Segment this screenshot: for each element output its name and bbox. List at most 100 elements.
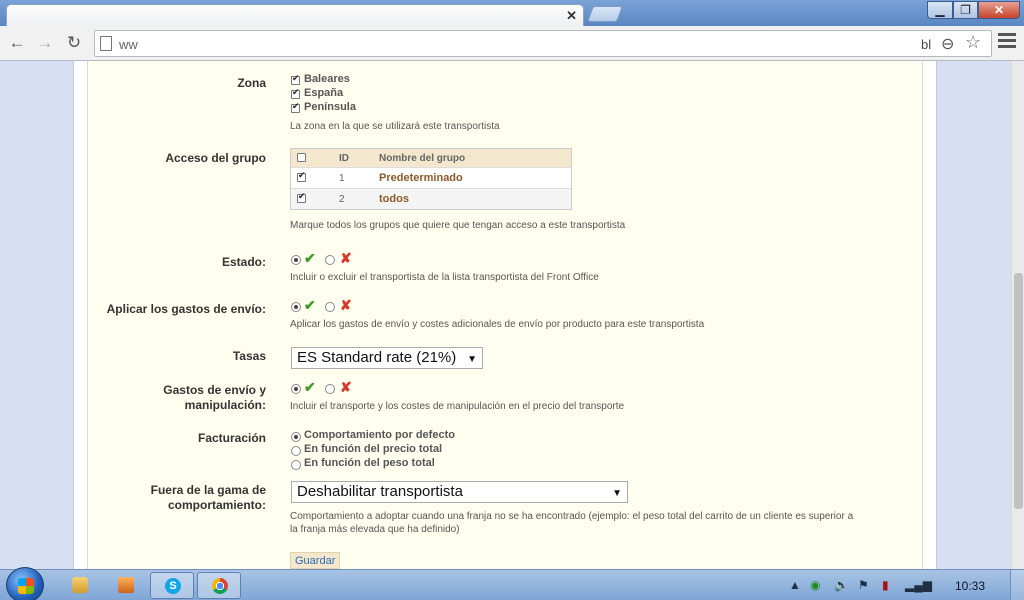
billing-label: Facturación — [197, 431, 266, 445]
show-hidden-icons-icon[interactable]: ▲ — [789, 578, 801, 592]
billing-option-label: En función del peso total — [304, 457, 435, 469]
zone-checkbox-baleares[interactable] — [291, 73, 300, 85]
shipping-yes-radio[interactable] — [291, 302, 301, 312]
group-table: ID Nombre del grupo 1 Predeterminado 2 t… — [290, 148, 572, 210]
vertical-scrollbar[interactable] — [1011, 61, 1024, 569]
page-container: Zona Baleares España Península La zona e… — [73, 61, 937, 569]
status-yes-radio[interactable] — [291, 255, 301, 265]
taxes-select-value: ES Standard rate (21%) — [297, 349, 457, 366]
tab-close-icon[interactable]: ✕ — [566, 8, 577, 24]
security-status-icon[interactable]: ◉ — [810, 578, 820, 592]
system-clock[interactable]: 10:33 — [955, 579, 985, 593]
network-signal-icon[interactable]: ▂▄▆ — [905, 578, 932, 592]
zone-checkbox-espana[interactable] — [291, 87, 300, 99]
status-no-radio[interactable] — [325, 255, 335, 265]
handling-no-radio[interactable] — [325, 384, 335, 394]
taskbar-explorer-button[interactable] — [58, 572, 102, 599]
status-label: Estado: — [221, 255, 266, 269]
skype-icon: S — [165, 578, 181, 594]
out-of-range-label-line1: Fuera de la gama de — [150, 483, 266, 497]
handling-label-line1: Gastos de envío y — [163, 383, 266, 397]
table-row: 2 todos — [291, 188, 571, 209]
folder-icon — [72, 577, 88, 593]
out-of-range-help-line2: la franja más elevada que ha definido) — [290, 524, 460, 535]
billing-price-radio[interactable] — [291, 446, 301, 456]
cross-icon: ✘ — [340, 297, 352, 313]
check-icon: ✔ — [304, 250, 316, 266]
save-button[interactable]: Guardar — [290, 552, 341, 569]
billing-weight-radio[interactable] — [291, 460, 301, 470]
power-icon[interactable]: ▮ — [882, 578, 889, 592]
group-access-help-text: Marque todos los grupos que quiere que t… — [290, 220, 626, 231]
group-checkbox[interactable] — [297, 170, 306, 182]
handling-yes-radio[interactable] — [291, 384, 301, 394]
column-id: ID — [339, 153, 349, 164]
carrier-form-panel: Zona Baleares España Península La zona e… — [87, 61, 923, 569]
scrollbar-thumb[interactable] — [1014, 273, 1023, 509]
out-of-range-label-line2: comportamiento: — [167, 498, 266, 512]
billing-option-label: Comportamiento por defecto — [304, 429, 455, 441]
group-access-label: Acceso del grupo — [165, 151, 266, 165]
forward-arrow-icon[interactable]: → — [34, 32, 56, 54]
group-table-header: ID Nombre del grupo — [291, 149, 571, 167]
browser-tab[interactable]: ✕ — [6, 4, 584, 26]
zone-option-label: España — [304, 87, 344, 99]
browser-toolbar: ← → ↻ ww bl ⊖ ☆ — [0, 26, 1024, 61]
taskbar: S ▲ ◉ 🔈 ⚑ ▮ ▂▄▆ 10:33 — [0, 567, 1024, 600]
taskbar-chrome-button[interactable] — [197, 572, 241, 599]
url-text-end: bl — [921, 37, 932, 52]
zone-option-label: Baleares — [304, 73, 350, 85]
billing-default-radio[interactable] — [291, 432, 301, 442]
table-row: 1 Predeterminado — [291, 167, 571, 188]
check-icon: ✔ — [304, 297, 316, 313]
volume-icon[interactable]: 🔈 — [834, 578, 849, 592]
url-text: ww — [119, 37, 138, 52]
media-player-icon — [118, 577, 134, 593]
taxes-label: Tasas — [232, 349, 266, 363]
hamburger-menu-icon[interactable] — [998, 33, 1016, 51]
window-title-bar: ✕ ▁ ❐ ✕ — [0, 0, 1024, 26]
zone-checkbox-peninsula[interactable] — [291, 101, 300, 113]
address-bar[interactable]: ww bl ⊖ ☆ — [94, 30, 992, 57]
page-viewport: Zona Baleares España Península La zona e… — [0, 61, 1011, 569]
start-button[interactable] — [6, 567, 44, 600]
maximize-button[interactable]: ❐ — [953, 1, 978, 19]
shipping-costs-help-text: Aplicar los gastos de envío y costes adi… — [290, 319, 705, 330]
out-of-range-help-line1: Comportamiento a adoptar cuando una fran… — [290, 511, 854, 522]
dropdown-arrow-icon: ▼ — [467, 354, 477, 365]
zone-label: Zona — [237, 76, 266, 90]
zone-option-label: Península — [304, 101, 356, 113]
status-help-text: Incluir o excluir el transportista de la… — [290, 272, 599, 283]
zone-help-text: La zona en la que se utilizará este tran… — [290, 121, 500, 132]
dropdown-arrow-icon: ▼ — [612, 488, 622, 499]
windows-logo-icon — [18, 578, 34, 594]
group-name: todos — [379, 193, 409, 205]
column-group-name: Nombre del grupo — [379, 153, 466, 164]
taskbar-skype-button[interactable]: S — [150, 572, 194, 599]
billing-option-label: En función del precio total — [304, 443, 443, 455]
bookmark-star-icon[interactable]: ☆ — [965, 32, 981, 53]
taxes-select[interactable]: ES Standard rate (21%) ▼ — [291, 347, 483, 369]
back-arrow-icon[interactable]: ← — [6, 32, 28, 54]
select-all-checkbox[interactable] — [297, 153, 306, 162]
group-id: 1 — [339, 173, 345, 184]
out-of-range-select[interactable]: Deshabilitar transportista ▼ — [291, 481, 628, 503]
page-icon — [100, 36, 112, 51]
out-of-range-select-value: Deshabilitar transportista — [297, 483, 463, 500]
action-center-flag-icon[interactable]: ⚑ — [858, 578, 869, 592]
check-icon: ✔ — [304, 379, 316, 395]
reload-icon[interactable]: ↻ — [63, 32, 85, 54]
taskbar-media-player-button[interactable] — [104, 572, 148, 599]
shipping-costs-label: Aplicar los gastos de envío: — [106, 302, 266, 316]
shipping-no-radio[interactable] — [325, 302, 335, 312]
cross-icon: ✘ — [340, 379, 352, 395]
close-window-button[interactable]: ✕ — [978, 1, 1020, 19]
minimize-button[interactable]: ▁ — [927, 1, 953, 19]
chrome-icon — [212, 578, 228, 594]
group-name: Predeterminado — [379, 172, 463, 184]
new-tab-button[interactable] — [587, 6, 623, 22]
zoom-icon[interactable]: ⊖ — [941, 34, 954, 54]
group-checkbox[interactable] — [297, 191, 306, 203]
show-desktop-button[interactable] — [1010, 570, 1024, 600]
cross-icon: ✘ — [340, 250, 352, 266]
